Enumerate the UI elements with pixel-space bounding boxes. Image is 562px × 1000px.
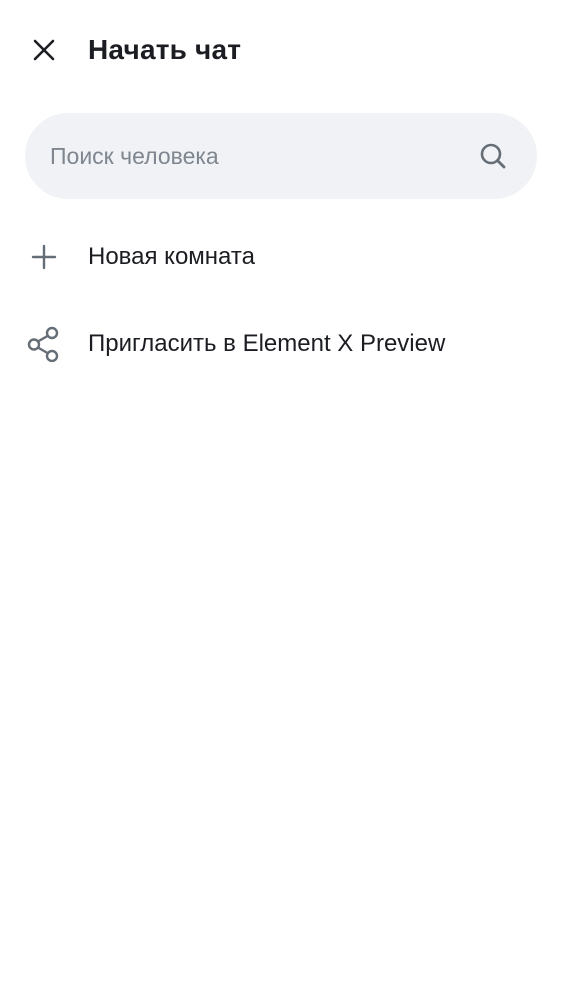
- close-icon: [33, 39, 55, 61]
- search-icon[interactable]: [473, 136, 513, 176]
- close-button[interactable]: [20, 26, 68, 74]
- plus-icon: [20, 233, 68, 281]
- invite-item[interactable]: Пригласить в Element X Preview: [0, 304, 562, 384]
- new-room-item[interactable]: Новая комната: [0, 217, 562, 297]
- page-title: Начать чат: [88, 34, 242, 65]
- search-field[interactable]: [25, 113, 537, 199]
- invite-label: Пригласить в Element X Preview: [88, 330, 446, 357]
- new-room-label: Новая комната: [88, 243, 255, 270]
- top-app-bar: Начать чат: [0, 0, 562, 100]
- search-input[interactable]: [50, 113, 470, 199]
- share-icon: [20, 320, 68, 368]
- search-icon-glyph: [480, 143, 506, 169]
